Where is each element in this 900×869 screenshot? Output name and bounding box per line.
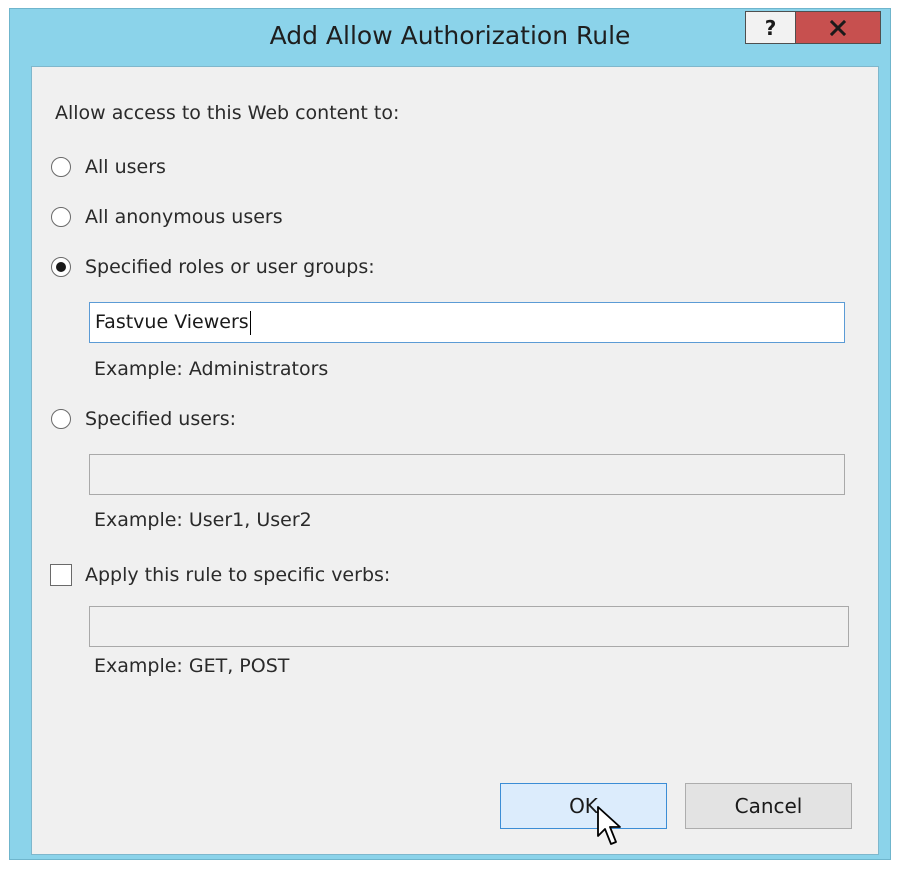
ok-button-label: OK xyxy=(569,794,598,818)
dialog-window: Add Allow Authorization Rule ? Allow acc… xyxy=(9,8,891,860)
specified-roles-label[interactable]: Specified roles or user groups: xyxy=(85,256,375,278)
users-input[interactable] xyxy=(89,454,845,495)
cancel-button[interactable]: Cancel xyxy=(685,783,852,829)
cancel-button-label: Cancel xyxy=(734,794,803,818)
specified-users-radio[interactable] xyxy=(51,409,71,429)
verbs-checkbox-label[interactable]: Apply this rule to specific verbs: xyxy=(85,564,390,586)
mouse-pointer-icon xyxy=(597,806,621,845)
all-users-radio[interactable] xyxy=(51,157,71,177)
close-icon xyxy=(830,19,846,36)
specified-users-label[interactable]: Specified users: xyxy=(85,408,236,430)
help-icon: ? xyxy=(764,15,777,40)
roles-input[interactable]: Fastvue Viewers xyxy=(89,302,845,343)
intro-label: Allow access to this Web content to: xyxy=(55,102,400,124)
anonymous-users-radio[interactable] xyxy=(51,207,71,227)
verbs-input[interactable] xyxy=(89,606,849,647)
users-example: Example: User1, User2 xyxy=(94,509,312,531)
ok-button[interactable]: OK xyxy=(500,783,667,829)
specified-roles-radio[interactable] xyxy=(51,257,71,277)
roles-example: Example: Administrators xyxy=(94,358,329,380)
close-button[interactable] xyxy=(796,11,881,44)
roles-input-value: Fastvue Viewers xyxy=(95,311,249,333)
text-caret xyxy=(249,310,251,335)
verbs-checkbox[interactable] xyxy=(50,564,72,586)
dialog-content: Allow access to this Web content to: All… xyxy=(31,66,879,855)
all-users-label[interactable]: All users xyxy=(85,156,166,178)
verbs-example: Example: GET, POST xyxy=(94,655,290,677)
anonymous-users-label[interactable]: All anonymous users xyxy=(85,206,283,228)
help-button[interactable]: ? xyxy=(745,11,796,44)
